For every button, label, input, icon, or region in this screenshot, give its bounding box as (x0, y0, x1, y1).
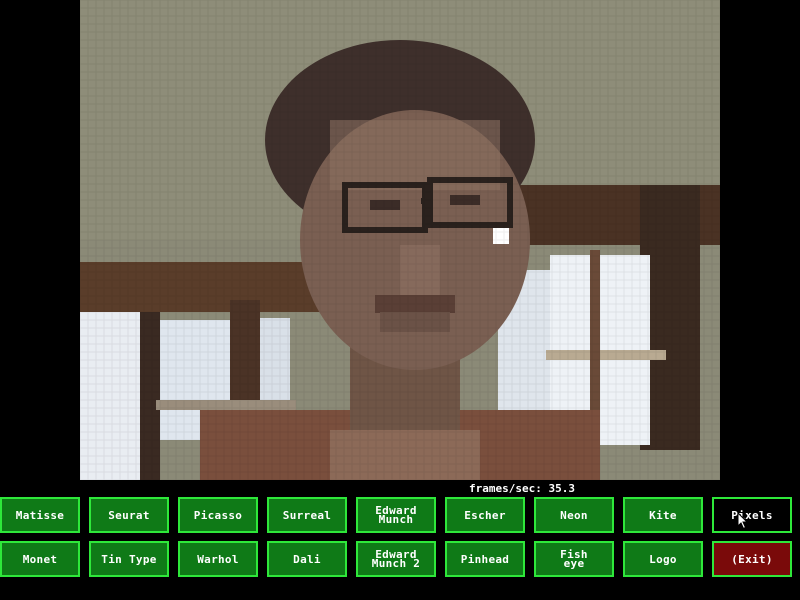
filter-button-tin-type[interactable]: Tin Type (89, 541, 169, 577)
filter-button-edward-munch[interactable]: Edward Munch (356, 497, 436, 533)
filter-button-pixels[interactable]: Pixels (712, 497, 792, 533)
filter-button-neon[interactable]: Neon (534, 497, 614, 533)
filter-button-logo[interactable]: Logo (623, 541, 703, 577)
fps-value: 35.3 (548, 482, 575, 495)
fps-label: frames/sec: (469, 482, 542, 495)
filter-button-monet[interactable]: Monet (0, 541, 80, 577)
filter-button-picasso[interactable]: Picasso (178, 497, 258, 533)
filter-button-surreal[interactable]: Surreal (267, 497, 347, 533)
filter-button-edward-munch-2[interactable]: Edward Munch 2 (356, 541, 436, 577)
filter-button-pinhead[interactable]: Pinhead (445, 541, 525, 577)
app-screen: frames/sec: 35.3 Matisse Seurat Picasso … (0, 0, 800, 600)
fps-readout: frames/sec: 35.3 (469, 482, 575, 496)
camera-image (80, 0, 720, 480)
filter-button-fish-eye[interactable]: Fish eye (534, 541, 614, 577)
filter-button-kite[interactable]: Kite (623, 497, 703, 533)
camera-view (80, 0, 720, 480)
filter-button-escher[interactable]: Escher (445, 497, 525, 533)
filter-button-dali[interactable]: Dali (267, 541, 347, 577)
filter-button-seurat[interactable]: Seurat (89, 497, 169, 533)
filter-button-warhol[interactable]: Warhol (178, 541, 258, 577)
filter-button-matisse[interactable]: Matisse (0, 497, 80, 533)
exit-button[interactable]: (Exit) (712, 541, 792, 577)
